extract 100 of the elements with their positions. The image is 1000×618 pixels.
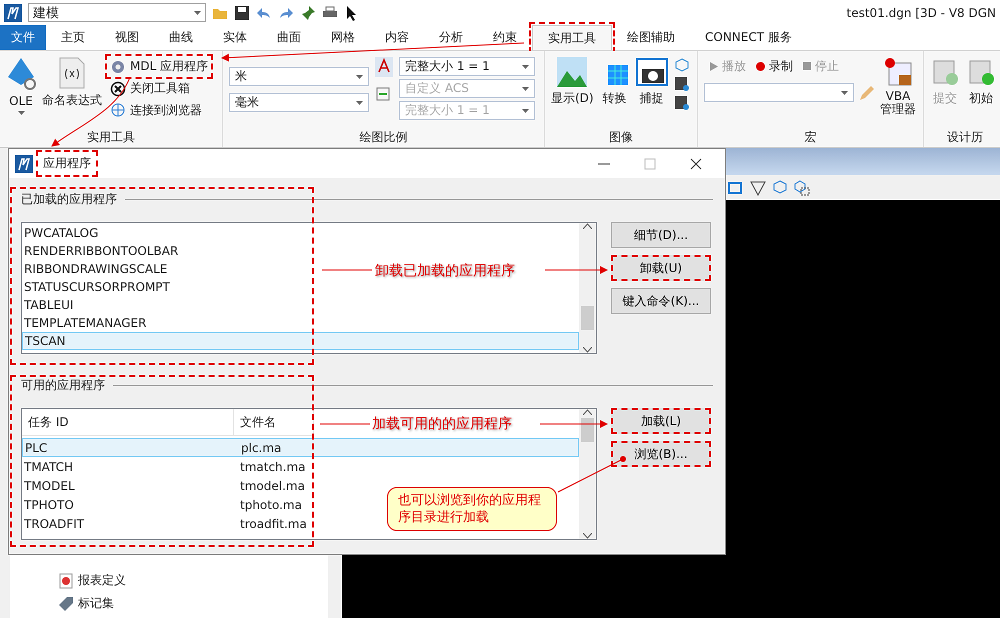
list-item[interactable]: RENDERRIBBONTOOLBAR [22,242,180,260]
table-row[interactable]: TPHOTO tphoto.ma [22,495,304,514]
side-panel-item[interactable]: 标记集 [10,595,328,612]
ribbon-tab[interactable]: 曲线 [154,25,208,50]
caret-icon [522,108,529,112]
list-item[interactable]: TSCAN [22,332,579,350]
side-panel-item[interactable]: 报表定义 [10,572,328,589]
funnel-icon [750,180,766,196]
annotation-arrow [544,266,608,274]
ribbon-command[interactable]: MDL 应用程序 [108,57,210,76]
caret-icon [522,86,529,90]
record-icon [756,62,765,70]
history-button[interactable]: 初始 [966,57,996,107]
list-item[interactable]: PWCATALOG [22,224,100,242]
scrollbar-thumb[interactable] [581,306,594,330]
table-row[interactable]: PLC plc.ma [22,438,579,457]
table-cell-text: TMODEL [24,478,76,492]
named-expression-button[interactable]: 命名表达式 [42,57,102,109]
text-scale-icon [375,57,393,77]
scrollbar[interactable] [579,409,596,539]
group-label: 宏 [804,129,818,146]
list-item[interactable]: STATUSCURSORPROMPT [22,278,172,296]
ribbon-tab[interactable]: 实用工具 [532,25,612,50]
table-cell-text: TPHOTO [24,498,75,512]
pin-icon [300,4,316,20]
dialog-button[interactable]: 浏览(B)... [611,441,711,467]
annotation-text: 加载可用的的应用程序 [372,415,512,433]
ribbon-tab[interactable]: 网格 [316,25,370,50]
ribbon-tab[interactable]: 视图 [100,25,154,50]
list-item[interactable]: TABLEUI [22,296,76,314]
ribbon-tab[interactable]: 曲面 [262,25,316,50]
file-menu[interactable]: 文件 [0,25,46,50]
group-label: 设计历 [946,129,984,146]
unit-dropdown[interactable]: 米 [229,67,369,86]
pencil-icon [858,84,874,102]
list-item[interactable]: TEMPLATEMANAGER [22,314,148,332]
ribbon-tab[interactable]: 实体 [208,25,262,50]
ribbon-tab[interactable]: 绘图辅助 [612,25,690,50]
scrollbar-thumb[interactable] [581,418,594,442]
window-title: test01.dgn [3D - V8 DGN [846,6,996,20]
caret-icon [522,64,529,68]
group-label: 绘图比例 [358,129,408,146]
caret-icon [18,111,24,115]
ribbon-command[interactable]: 连接到浏览器 [108,101,210,120]
annotation-callout: 也可以浏览到你的应用程序目录进行加载 [387,487,557,531]
app-logo-icon [15,154,33,172]
column-header[interactable]: 任务 ID [22,409,234,435]
scale-swap-icon [375,85,391,103]
ole-button[interactable]: OLE [6,57,36,115]
leader-line [558,456,626,492]
cube-icon [674,57,690,73]
dialog-button[interactable]: 键入命令(K)... [611,288,711,314]
table-cell-text: PLC [25,440,48,454]
annotation-arrow [540,420,608,428]
column-header[interactable]: 文件名 [234,409,314,435]
macro-dropdown[interactable] [704,83,854,102]
dialog-button[interactable]: 卸载(U) [611,255,711,281]
ribbon-tab[interactable]: 分析 [424,25,478,50]
formula-document-icon [59,57,85,89]
list-item[interactable]: RIBBONDRAWINGSCALE [22,260,170,278]
image-button[interactable]: 显示(D) [551,57,594,107]
table-cell: tphoto.ma [240,498,302,512]
dialog-title: 应用程序 [39,153,95,174]
ribbon-tab[interactable]: 约束 [478,25,532,50]
vba-window-icon [883,57,913,87]
group-legend: 可用的应用程序 [21,376,105,394]
landscape-icon [557,57,588,87]
scroll-down-icon [583,533,592,539]
vba-manager-button[interactable]: VBA 管理器 [880,57,916,116]
table-cell: tmodel.ma [240,478,305,492]
table-cell-text: TMATCH [24,460,74,474]
image-button[interactable]: 转换 [600,57,630,107]
ribbon-command[interactable]: 关闭工具箱 [108,79,210,98]
dialog-button[interactable]: 加载(L) [611,408,711,434]
tag-icon [58,596,74,612]
ribbon-tab[interactable]: 主页 [46,25,100,50]
image-button[interactable]: 捕捉 [636,57,668,107]
dialog-button[interactable]: 细节(D)... [611,222,711,248]
caret-icon [356,100,363,104]
caret-icon [194,10,201,14]
table-cell: troadfit.ma [240,516,307,530]
close-circle-icon [110,80,126,96]
table-row[interactable]: TROADFIT troadfit.ma [22,514,309,533]
ribbon-tab[interactable]: CONNECT 服务 [690,25,807,50]
close-icon [690,158,702,170]
caret-icon [841,90,848,94]
table-row[interactable]: TMATCH tmatch.ma [22,457,308,476]
workflow-dropdown[interactable]: 建模 [28,3,206,22]
window-icon [728,180,744,196]
cube-selection-icon [794,180,810,196]
table-row[interactable]: TMODEL tmodel.ma [22,476,307,495]
camera-icon [636,57,668,87]
table-cell: tmatch.ma [240,460,306,474]
table-cell: plc.ma [241,440,282,454]
annotation-text: 卸载已加载的应用程序 [375,262,515,280]
unit-dropdown[interactable]: 毫米 [229,93,369,112]
scrollbar[interactable] [579,223,596,353]
macro-control[interactable]: 录制 [756,58,793,74]
ribbon-tab[interactable]: 内容 [370,25,424,50]
scale-dropdown[interactable]: 完整大小 1 = 1 [399,57,535,76]
